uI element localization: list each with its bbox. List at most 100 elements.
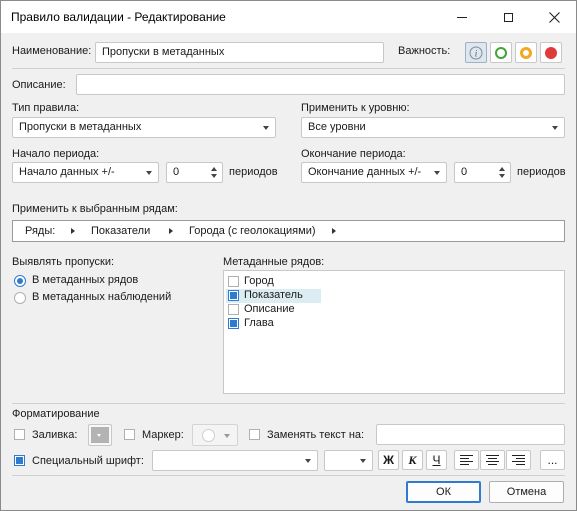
period-end-unit: периодов <box>517 166 566 178</box>
period-end-count: 0 <box>461 166 468 178</box>
radio-observation-metadata[interactable] <box>14 292 26 304</box>
checkbox[interactable] <box>228 304 239 315</box>
period-end-value: Окончание данных +/- <box>308 166 422 178</box>
maximize-icon <box>503 12 513 22</box>
metadata-list[interactable]: Город Показатель Описание Глава <box>223 270 565 394</box>
rows-breadcrumb[interactable]: Ряды: Показатели Города (с геолокациями) <box>12 220 565 242</box>
period-start-count: 0 <box>173 166 180 178</box>
chevron-down-icon <box>360 459 366 463</box>
fill-label: Заливка: <box>32 429 78 441</box>
marker-picker[interactable] <box>192 424 238 446</box>
name-label: Наименование: <box>12 45 92 57</box>
rule-type-combo[interactable]: Пропуски в метаданных <box>12 117 276 138</box>
divider <box>12 403 565 404</box>
importance-red-button[interactable] <box>540 42 562 63</box>
radio-observation-metadata-label[interactable]: В метаданных наблюдений <box>32 291 171 303</box>
red-circle-icon <box>545 46 557 59</box>
replace-text-input[interactable] <box>376 424 565 445</box>
chevron-down-icon[interactable] <box>499 174 505 178</box>
replace-text-label: Заменять текст на: <box>267 429 365 441</box>
replace-text-checkbox[interactable] <box>249 429 260 440</box>
list-item[interactable]: Глава <box>226 317 426 331</box>
importance-green-button[interactable] <box>490 42 512 63</box>
apply-level-label: Применить к уровню: <box>301 102 410 114</box>
divider <box>12 68 565 69</box>
divider <box>12 475 565 476</box>
period-start-stepper[interactable]: 0 <box>166 162 223 183</box>
close-button[interactable] <box>531 1 577 33</box>
breadcrumb-item[interactable]: Показатели <box>91 225 150 237</box>
chevron-down-icon <box>224 434 230 438</box>
apply-level-value: Все уровни <box>308 121 366 133</box>
importance-info-button[interactable]: i <box>465 42 487 63</box>
checkbox[interactable] <box>228 318 239 329</box>
description-input[interactable] <box>76 74 565 95</box>
minimize-icon <box>457 16 467 18</box>
name-input[interactable]: Пропуски в метаданных <box>95 42 384 63</box>
minimize-button[interactable] <box>439 1 485 33</box>
list-item[interactable]: Город <box>226 275 426 289</box>
dialog-window: Правило валидации - Редактирование Наиме… <box>0 0 577 511</box>
align-left-button[interactable] <box>454 450 479 470</box>
list-item-label: Глава <box>244 317 274 329</box>
svg-text:i: i <box>475 48 478 58</box>
rule-type-label: Тип правила: <box>12 102 80 114</box>
apply-level-combo[interactable]: Все уровни <box>301 117 565 138</box>
fill-color-button[interactable] <box>88 424 112 446</box>
chevron-up-icon[interactable] <box>499 167 505 171</box>
title-bar: Правило валидации - Редактирование <box>1 1 576 33</box>
breadcrumb-item[interactable]: Ряды: <box>25 225 55 237</box>
align-left-icon <box>460 455 473 465</box>
list-item-label: Город <box>244 275 274 287</box>
marker-label: Маркер: <box>142 429 184 441</box>
chevron-down-icon <box>305 459 311 463</box>
window-title: Правило валидации - Редактирование <box>11 10 226 24</box>
radio-series-metadata[interactable] <box>14 275 26 287</box>
info-icon: i <box>469 46 483 59</box>
ok-button[interactable]: ОК <box>406 481 481 503</box>
chevron-down-icon <box>97 434 101 437</box>
formatting-label: Форматирование <box>12 408 100 420</box>
special-font-label: Специальный шрифт: <box>32 455 144 467</box>
special-font-checkbox[interactable] <box>14 455 25 466</box>
list-item-label: Описание <box>244 303 295 315</box>
checkbox[interactable] <box>228 276 239 287</box>
chevron-down-icon <box>552 126 558 130</box>
italic-button[interactable]: К <box>402 450 423 470</box>
font-family-combo[interactable] <box>152 450 318 471</box>
marker-checkbox[interactable] <box>124 429 135 440</box>
maximize-button[interactable] <box>485 1 531 33</box>
chevron-right-icon <box>332 228 336 234</box>
checkbox[interactable] <box>228 290 239 301</box>
importance-orange-button[interactable] <box>515 42 537 63</box>
chevron-down-icon <box>434 171 440 175</box>
period-start-value: Начало данных +/- <box>19 166 115 178</box>
period-end-stepper[interactable]: 0 <box>454 162 511 183</box>
radio-series-metadata-label[interactable]: В метаданных рядов <box>32 274 138 286</box>
detect-label: Выявлять пропуски: <box>12 256 115 268</box>
marker-circle-icon <box>202 429 215 442</box>
list-item-label: Показатель <box>244 289 303 301</box>
chevron-up-icon[interactable] <box>211 167 217 171</box>
list-item[interactable]: Описание <box>226 303 426 317</box>
breadcrumb-item[interactable]: Города (с геолокациями) <box>189 225 316 237</box>
chevron-right-icon <box>71 228 75 234</box>
chevron-down-icon <box>146 171 152 175</box>
description-label: Описание: <box>12 79 66 91</box>
align-right-button[interactable] <box>506 450 531 470</box>
bold-button[interactable]: Ж <box>378 450 399 470</box>
align-center-button[interactable] <box>480 450 505 470</box>
more-options-button[interactable]: ... <box>540 450 565 470</box>
cancel-button[interactable]: Отмена <box>489 481 564 503</box>
period-end-combo[interactable]: Окончание данных +/- <box>301 162 447 183</box>
align-center-icon <box>486 455 499 465</box>
underline-button[interactable]: Ч <box>426 450 447 470</box>
rule-type-value: Пропуски в метаданных <box>19 121 142 133</box>
list-item[interactable]: Показатель <box>226 289 321 303</box>
fill-checkbox[interactable] <box>14 429 25 440</box>
period-start-label: Начало периода: <box>12 148 100 160</box>
font-size-combo[interactable] <box>324 450 373 471</box>
period-start-unit: периодов <box>229 166 278 178</box>
chevron-down-icon[interactable] <box>211 174 217 178</box>
period-start-combo[interactable]: Начало данных +/- <box>12 162 159 183</box>
